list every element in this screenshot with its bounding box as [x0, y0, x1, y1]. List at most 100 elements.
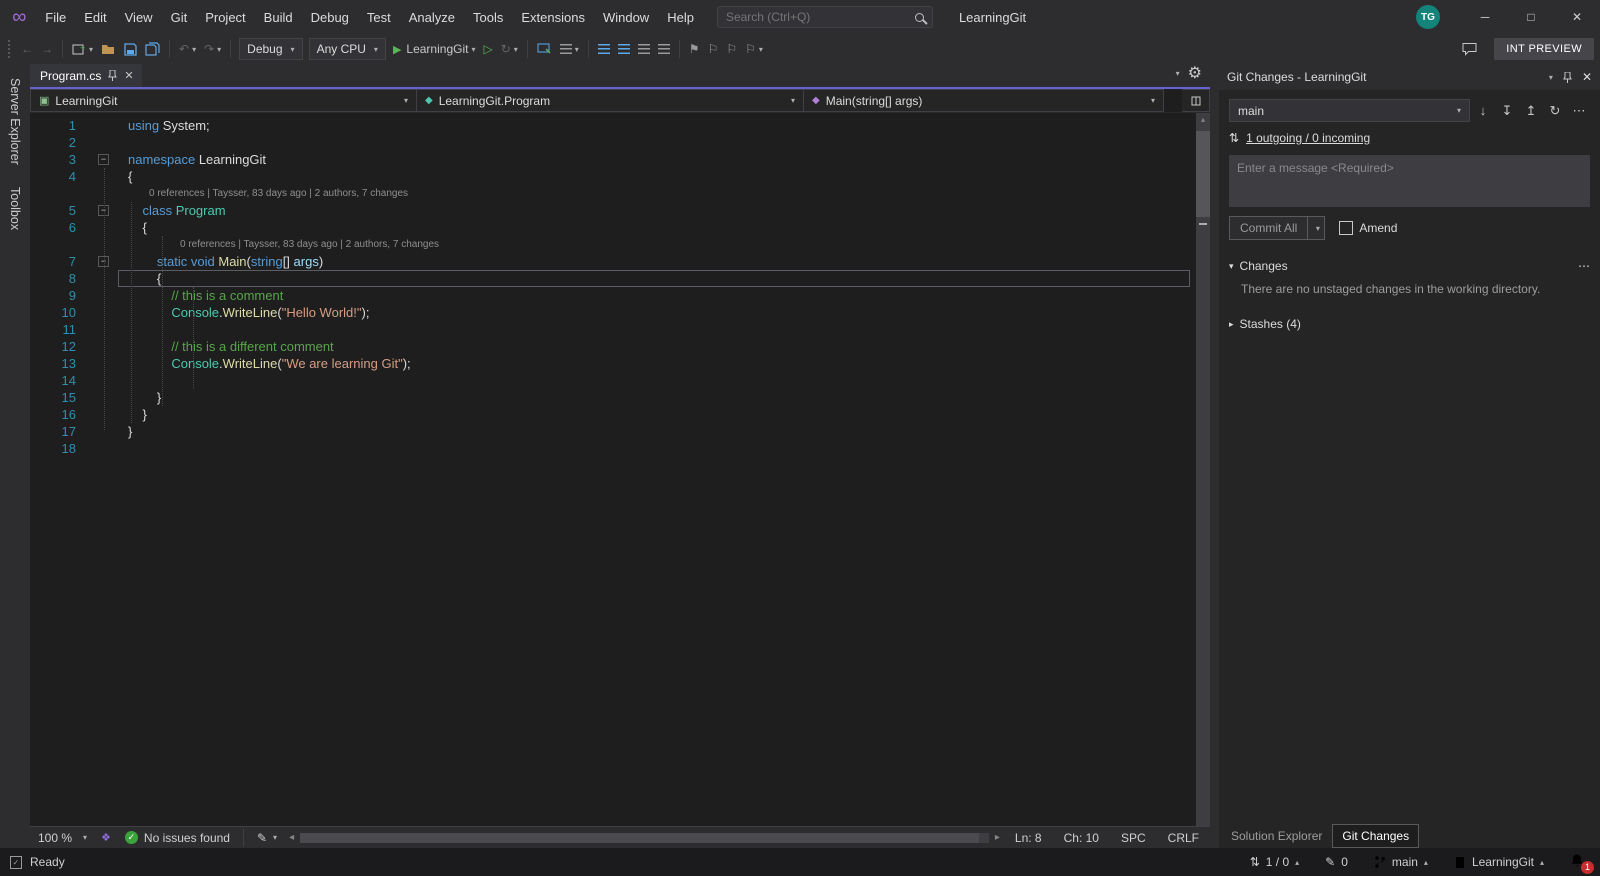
code-line[interactable]: 14 [30, 372, 1196, 389]
menu-item[interactable]: Window [594, 0, 658, 34]
minimap-icon[interactable]: ❖ [95, 831, 117, 844]
code-line[interactable]: 4{ [30, 168, 1196, 185]
comment-selection-button[interactable] [634, 37, 654, 61]
minimize-button[interactable]: ─ [1462, 0, 1508, 34]
code-line[interactable]: 16 } [30, 406, 1196, 423]
attach-process-button[interactable] [533, 37, 556, 61]
code-line[interactable]: 2 [30, 134, 1196, 151]
column-indicator[interactable]: Ch: 10 [1053, 831, 1110, 845]
split-window-button[interactable] [1182, 89, 1210, 112]
horizontal-scrollbar[interactable] [300, 833, 989, 843]
bookmark-window-button[interactable]: ⚐▾ [741, 37, 767, 61]
code-line[interactable]: 9 // this is a comment [30, 287, 1196, 304]
document-health-indicator[interactable]: ✓ No issues found [117, 831, 238, 845]
menu-item[interactable]: Tools [464, 0, 512, 34]
menu-item[interactable]: File [36, 0, 75, 34]
commit-options-dropdown[interactable]: ▾ [1308, 216, 1325, 240]
code-line[interactable]: 11 [30, 321, 1196, 338]
start-without-debugging-button[interactable]: ▷ [479, 37, 496, 61]
changes-more-actions-icon[interactable]: ⋯ [1578, 259, 1590, 273]
account-avatar[interactable]: TG [1416, 5, 1440, 29]
code-line[interactable]: 12 // this is a different comment [30, 338, 1196, 355]
code-line[interactable]: 6 { [30, 219, 1196, 236]
close-icon[interactable]: ✕ [1582, 70, 1592, 84]
pin-icon[interactable] [1563, 72, 1572, 83]
line-number[interactable]: 6 [30, 219, 90, 236]
toggle-bookmark-button[interactable]: ⚑ [685, 37, 704, 61]
tab-close-icon[interactable]: ✕ [124, 69, 133, 82]
current-branch-status[interactable]: main ▴ [1374, 855, 1428, 869]
code-line[interactable]: 18 [30, 440, 1196, 457]
line-number[interactable]: 3 [30, 151, 90, 168]
line-number[interactable]: 5 [30, 202, 90, 219]
line-ending-indicator[interactable]: CRLF [1157, 831, 1210, 845]
push-button[interactable]: ↥ [1520, 100, 1542, 122]
menu-item[interactable]: Build [255, 0, 302, 34]
code-lens-text[interactable]: 0 references | Taysser, 83 days ago | 2 … [118, 185, 1196, 202]
save-all-button[interactable] [141, 37, 164, 61]
menu-item[interactable]: Analyze [400, 0, 464, 34]
line-number[interactable] [30, 236, 90, 253]
next-bookmark-button[interactable]: ⚐ [722, 37, 741, 61]
line-number[interactable]: 8 [30, 270, 90, 287]
git-panel-header[interactable]: Git Changes - LearningGit ▾ ✕ [1219, 64, 1600, 90]
type-dropdown[interactable]: ◆ LearningGit.Program ▾ [417, 89, 804, 112]
redo-button[interactable]: ↷▾ [200, 37, 225, 61]
line-number[interactable]: 16 [30, 406, 90, 423]
uncomment-selection-button[interactable] [654, 37, 674, 61]
zoom-select[interactable]: 100 % ▾ [30, 831, 95, 845]
amend-checkbox[interactable] [1339, 221, 1353, 235]
output-window-button[interactable]: ▾ [556, 37, 583, 61]
solution-platform-select[interactable]: Any CPU ▾ [309, 38, 386, 60]
menu-item[interactable]: Help [658, 0, 703, 34]
fold-collapse-marker[interactable]: − [90, 151, 118, 168]
line-number[interactable]: 17 [30, 423, 90, 440]
commit-message-input[interactable] [1229, 155, 1590, 207]
increase-indent-button[interactable] [594, 37, 614, 61]
background-tasks-icon[interactable]: ✓ [10, 856, 22, 869]
line-number[interactable]: 9 [30, 287, 90, 304]
panel-splitter[interactable] [1210, 64, 1219, 848]
menu-item[interactable]: Git [162, 0, 197, 34]
line-indicator[interactable]: Ln: 8 [1004, 831, 1053, 845]
line-number[interactable]: 10 [30, 304, 90, 321]
code-line[interactable]: 1using System; [30, 117, 1196, 134]
int-preview-button[interactable]: INT PREVIEW [1494, 38, 1594, 60]
commit-all-button[interactable]: Commit All [1229, 216, 1308, 240]
menu-item[interactable]: Edit [75, 0, 115, 34]
spaces-indicator[interactable]: SPC [1110, 831, 1157, 845]
code-lens-row[interactable]: 0 references | Taysser, 83 days ago | 2 … [30, 185, 1196, 202]
undo-button[interactable]: ↶▾ [175, 37, 200, 61]
line-number[interactable]: 14 [30, 372, 90, 389]
sidebar-tab-toolbox[interactable]: Toolbox [8, 187, 22, 230]
current-repository-status[interactable]: LearningGit ▴ [1454, 855, 1544, 869]
code-lens-row[interactable]: 0 references | Taysser, 83 days ago | 2 … [30, 236, 1196, 253]
navigate-back-button[interactable]: ← [17, 37, 37, 61]
changes-section-header[interactable]: ▾ Changes ⋯ [1229, 259, 1590, 273]
commits-sync-status[interactable]: ⇅ 1 / 0 ▴ [1250, 855, 1299, 869]
previous-bookmark-button[interactable]: ⚐ [704, 37, 723, 61]
code-line[interactable]: 3−namespace LearningGit [30, 151, 1196, 168]
code-line[interactable]: 15 } [30, 389, 1196, 406]
code-line[interactable]: 10 Console.WriteLine("Hello World!"); [30, 304, 1196, 321]
global-search-box[interactable] [717, 6, 933, 28]
line-number[interactable] [30, 185, 90, 202]
document-tab-program-cs[interactable]: Program.cs ✕ [30, 64, 142, 87]
new-project-button[interactable]: + ▾ [68, 37, 97, 61]
notifications-button[interactable]: 1 [1570, 853, 1590, 871]
code-line[interactable]: 13 Console.WriteLine("We are learning Gi… [30, 355, 1196, 372]
send-feedback-button[interactable] [1458, 37, 1482, 61]
git-more-actions-button[interactable]: ⋯ [1568, 100, 1590, 122]
line-number[interactable]: 7 [30, 253, 90, 270]
pull-button[interactable]: ↧ [1496, 100, 1518, 122]
member-dropdown[interactable]: ◆ Main(string[] args) ▾ [804, 89, 1164, 112]
solution-configuration-select[interactable]: Debug ▾ [239, 38, 302, 60]
code-line[interactable]: 7− static void Main(string[] args) [30, 253, 1196, 270]
hot-reload-button[interactable]: ↻▾ [497, 37, 522, 61]
branch-select[interactable]: main ▾ [1229, 99, 1470, 122]
amend-option[interactable]: Amend [1339, 221, 1397, 235]
stashes-section-header[interactable]: ▸ Stashes (4) [1229, 317, 1590, 331]
collapse-icon[interactable]: − [98, 154, 109, 165]
code-line[interactable]: 5− class Program [30, 202, 1196, 219]
maximize-button[interactable]: □ [1508, 0, 1554, 34]
